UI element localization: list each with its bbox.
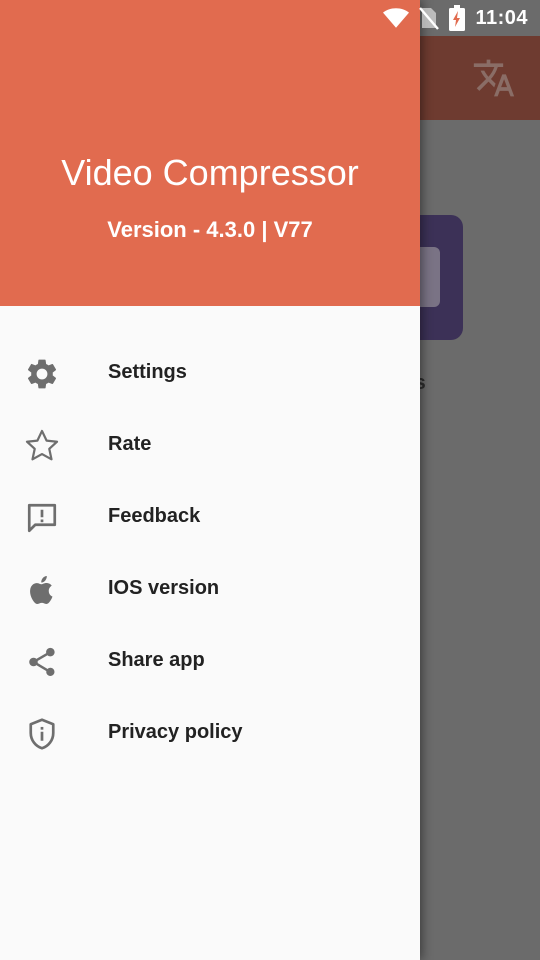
menu-label-feedback: Feedback xyxy=(108,505,201,527)
translate-icon[interactable] xyxy=(472,56,516,100)
battery-charging-icon xyxy=(449,5,466,31)
app-title: Video Compressor xyxy=(61,152,359,193)
navigation-drawer: Video Compressor Version - 4.3.0 | V77 S… xyxy=(0,0,420,960)
screen: ts 11:04 Video Compressor Version - 4.3.… xyxy=(0,0,540,960)
menu-item-ios-version[interactable]: IOS version xyxy=(0,552,420,624)
status-bar: 11:04 xyxy=(0,0,540,36)
gear-icon xyxy=(22,354,62,394)
no-sim-icon xyxy=(419,7,440,30)
shield-info-icon xyxy=(22,714,62,754)
menu-item-share-app[interactable]: Share app xyxy=(0,624,420,696)
status-time: 11:04 xyxy=(475,6,528,29)
menu-label-rate: Rate xyxy=(108,433,152,455)
drawer-header: Video Compressor Version - 4.3.0 | V77 xyxy=(0,0,420,306)
menu-item-rate[interactable]: Rate xyxy=(0,408,420,480)
menu-label-privacy-policy: Privacy policy xyxy=(108,721,243,743)
star-outline-icon xyxy=(22,426,62,466)
feedback-icon xyxy=(22,498,62,538)
apple-icon xyxy=(22,570,62,610)
share-icon xyxy=(22,642,62,682)
menu-item-settings[interactable]: Settings xyxy=(0,336,420,408)
menu-item-feedback[interactable]: Feedback xyxy=(0,480,420,552)
menu-item-privacy-policy[interactable]: Privacy policy xyxy=(0,696,420,768)
drawer-menu: Settings Rate Feedback IOS version Share… xyxy=(0,336,420,768)
menu-label-ios-version: IOS version xyxy=(108,577,220,599)
menu-label-settings: Settings xyxy=(108,361,187,383)
status-icons: 11:04 xyxy=(383,5,528,31)
wifi-icon xyxy=(383,8,410,28)
app-version: Version - 4.3.0 | V77 xyxy=(107,217,313,242)
menu-label-share-app: Share app xyxy=(108,649,205,671)
